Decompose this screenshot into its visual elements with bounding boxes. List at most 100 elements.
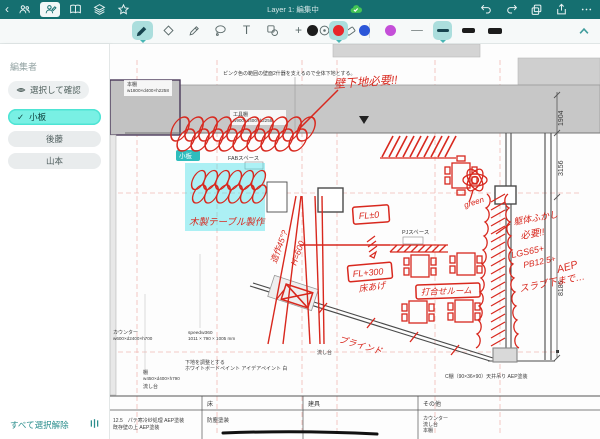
pencil-tool[interactable] [184,21,205,40]
counter-dims: w600×d2400×h700 [113,336,153,341]
drawing-canvas[interactable]: 1904 3156 8185 ピンク色の範囲の壁面2什器を支えるので全体下地とす… [110,44,600,439]
dim-1904: 1904 [558,110,565,126]
bookshelf-label: 本棚 [127,81,137,88]
fab-space-label: FABスペース [228,155,259,162]
stroke-width-1[interactable] [407,21,426,40]
editors-panel-title: 編集者 [10,62,38,72]
back-button[interactable]: ‹ [5,0,9,19]
export-button[interactable] [553,3,570,17]
layers-icon [93,4,106,15]
editor-item-koita[interactable]: ✓ 小板 [8,109,101,125]
layers-button[interactable] [91,3,108,17]
note-wood-table: 木製テーブル製作 [189,216,266,228]
redo-button[interactable] [503,3,520,17]
cell-floor: 防塵塗装 [207,416,230,424]
undo-icon [480,4,491,14]
left-note-2: 既存壁の上 AEP塗装 [113,424,159,431]
eye-icon [16,88,26,92]
people-icon [19,5,30,14]
machine-dims: 1011 × 790 × 1005 mm [188,336,235,341]
ellipsis-icon [581,8,592,11]
pencil-icon [189,26,199,36]
room-wall-hatch [389,244,448,253]
counter-lines [267,195,325,345]
stroke-width-4[interactable] [485,21,504,40]
floor-plan-drawing: 1904 3156 8185 ピンク色の範囲の壁面2什器を支えるので全体下地とす… [110,44,600,439]
col-header-floor: 床 [207,400,213,408]
chevron-up-icon [579,27,589,34]
editor-name: 後藤 [45,134,63,144]
panel-layout-button[interactable] [89,416,100,434]
note-fl300: FL+300 [352,266,384,279]
share-icon [557,3,566,15]
finish-schedule-table: 床 建具 その他 12.5 パテ寒冷紗処理 AEP塗装 既存壁の上 AEP塗装 … [110,395,600,439]
color-red[interactable] [329,21,348,43]
color-blue[interactable] [355,21,374,40]
editor-item-goto[interactable]: 後藤 [8,131,101,147]
tool-ribbon: T + [0,19,600,44]
lasso-tool[interactable] [210,21,231,40]
table-d [447,299,481,323]
shelf-dims: w450×d400×h790 [143,376,180,381]
deselect-all-button[interactable]: すべて選択解除 [10,419,69,431]
stroke-width-3[interactable] [459,21,478,40]
bookshelf-dims: w1800×d400×h2258 [127,88,169,93]
table-a [403,254,437,278]
text-tool[interactable]: T [236,21,257,40]
whiteboard-note-2: ホワイトボードペイント アイデアペイント 白 [185,365,287,372]
editor-mode-button[interactable] [40,2,60,17]
ceiling-shelf-label: C棚（90×36×90）天井吊り AEP塗装 [445,373,528,380]
color-black[interactable] [303,21,322,40]
star-icon [117,3,130,15]
stroke-width-2[interactable] [433,21,452,43]
collaborators-button[interactable] [16,3,33,17]
duplicate-button[interactable] [528,3,545,17]
color-magenta[interactable] [381,21,400,40]
note-meeting-room: 打合せルーム [421,285,472,297]
pen-icon [136,26,147,37]
copy-icon [531,4,542,15]
note-fl0: FL±0 [358,210,379,221]
note-h600: H=600 [288,239,306,266]
note-blind: ブラインド [337,334,384,356]
level-step-marker [366,235,378,259]
note-green: green [463,195,486,210]
black-marker-stroke[interactable] [221,430,379,436]
pen-tool[interactable] [132,21,153,43]
redo-icon [507,4,518,14]
undo-button[interactable] [478,3,495,17]
cell-other-1: カウンター [423,415,448,422]
drawing-app-window: ‹ Layer 1: 編集中 T + 編集者 選択して確認 ✓ 小板 後藤 山本… [0,0,600,439]
table-top-right [444,155,478,196]
more-button[interactable] [578,3,595,17]
note-slab: スラブ下まで… [518,270,586,294]
note-kutai-1: 躯体ふかし [513,209,559,227]
editor-tag-name: 小板 [179,151,193,160]
shelf-label: 棚 [143,369,148,376]
notebook-button[interactable] [67,3,84,17]
cell-other-3: 本棚 [423,427,433,434]
select-and-review-button[interactable]: 選択して確認 [8,81,89,99]
marker-tool[interactable] [158,21,179,40]
diamond-icon [163,25,174,36]
book-icon [70,4,81,14]
dim-3156: 3156 [558,160,565,176]
grid-end-marker [556,350,559,353]
table-b [449,252,483,276]
lasso-icon [215,25,226,36]
shape-tool[interactable] [262,21,283,40]
sync-status-icon [349,3,363,16]
favorite-button[interactable] [115,3,132,17]
editor-name: 小板 [29,112,47,122]
pj-space-label: PJスペース [402,229,429,236]
editor-name: 山本 [45,156,63,166]
collapse-ribbon-button[interactable] [577,24,591,38]
shape-icon [267,25,278,36]
col-header-fittings: 建具 [308,400,320,408]
table-c [401,300,435,324]
sink-label-2: 流し台 [317,349,332,356]
whiteboard-note-1: 下地を調整とする [185,359,225,366]
editor-item-yamamoto[interactable]: 山本 [8,153,101,169]
layer-title: Layer 1: 編集中 [267,5,319,14]
col-header-other: その他 [423,400,441,408]
